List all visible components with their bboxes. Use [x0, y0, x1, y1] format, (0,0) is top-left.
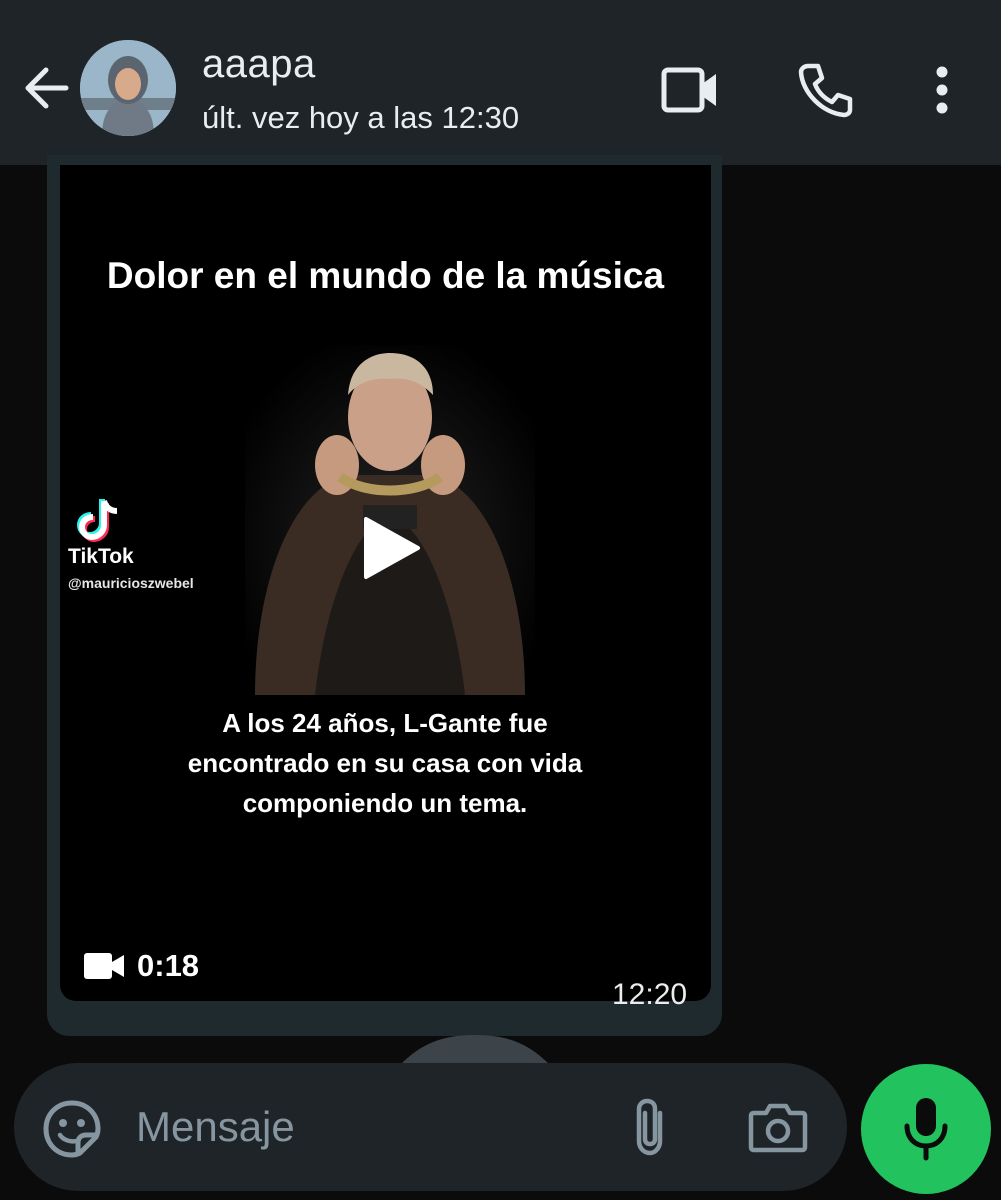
video-message[interactable]: Dolor en el mundo de la música TikTok @m…	[60, 165, 711, 1001]
chat-area: Dolor en el mundo de la música TikTok @m…	[0, 155, 1001, 1200]
phone-icon	[798, 63, 853, 118]
chat-header: aaapa últ. vez hoy a las 12:30	[0, 0, 1001, 165]
play-icon	[364, 517, 420, 579]
voice-message-button[interactable]	[861, 1064, 991, 1194]
last-seen-status: últ. vez hoy a las 12:30	[202, 100, 520, 135]
video-title-text: Dolor en el mundo de la música	[106, 255, 665, 296]
sticker-button[interactable]	[42, 1099, 102, 1159]
contact-avatar[interactable]	[80, 40, 176, 136]
contact-name[interactable]: aaapa	[202, 42, 316, 87]
arrow-back-icon	[25, 67, 69, 109]
more-vert-icon	[936, 66, 948, 114]
message-composer	[14, 1063, 847, 1191]
mic-icon	[904, 1098, 948, 1161]
play-button[interactable]	[358, 513, 424, 583]
camera-button[interactable]	[748, 1101, 808, 1153]
message-time: 12:20	[612, 978, 688, 1011]
videocam-icon	[661, 67, 716, 113]
more-options-button[interactable]	[914, 62, 970, 118]
voice-call-button[interactable]	[796, 62, 856, 118]
attach-button[interactable]	[628, 1095, 672, 1159]
next-media-preview	[400, 1035, 550, 1065]
video-type-icon	[84, 951, 126, 981]
video-caption-text: A los 24 años, L-Gante fue encontrado en…	[187, 708, 583, 818]
tiktok-watermark-handle: @mauricioszwebel	[68, 575, 194, 591]
sticker-icon	[43, 1100, 101, 1158]
video-call-button[interactable]	[660, 62, 720, 118]
back-button[interactable]	[18, 60, 74, 116]
camera-icon	[748, 1103, 808, 1153]
video-duration: 0:18	[137, 948, 200, 983]
tiktok-watermark-label: TikTok	[68, 545, 134, 568]
message-input[interactable]	[134, 1091, 608, 1163]
attach-icon	[636, 1098, 663, 1156]
